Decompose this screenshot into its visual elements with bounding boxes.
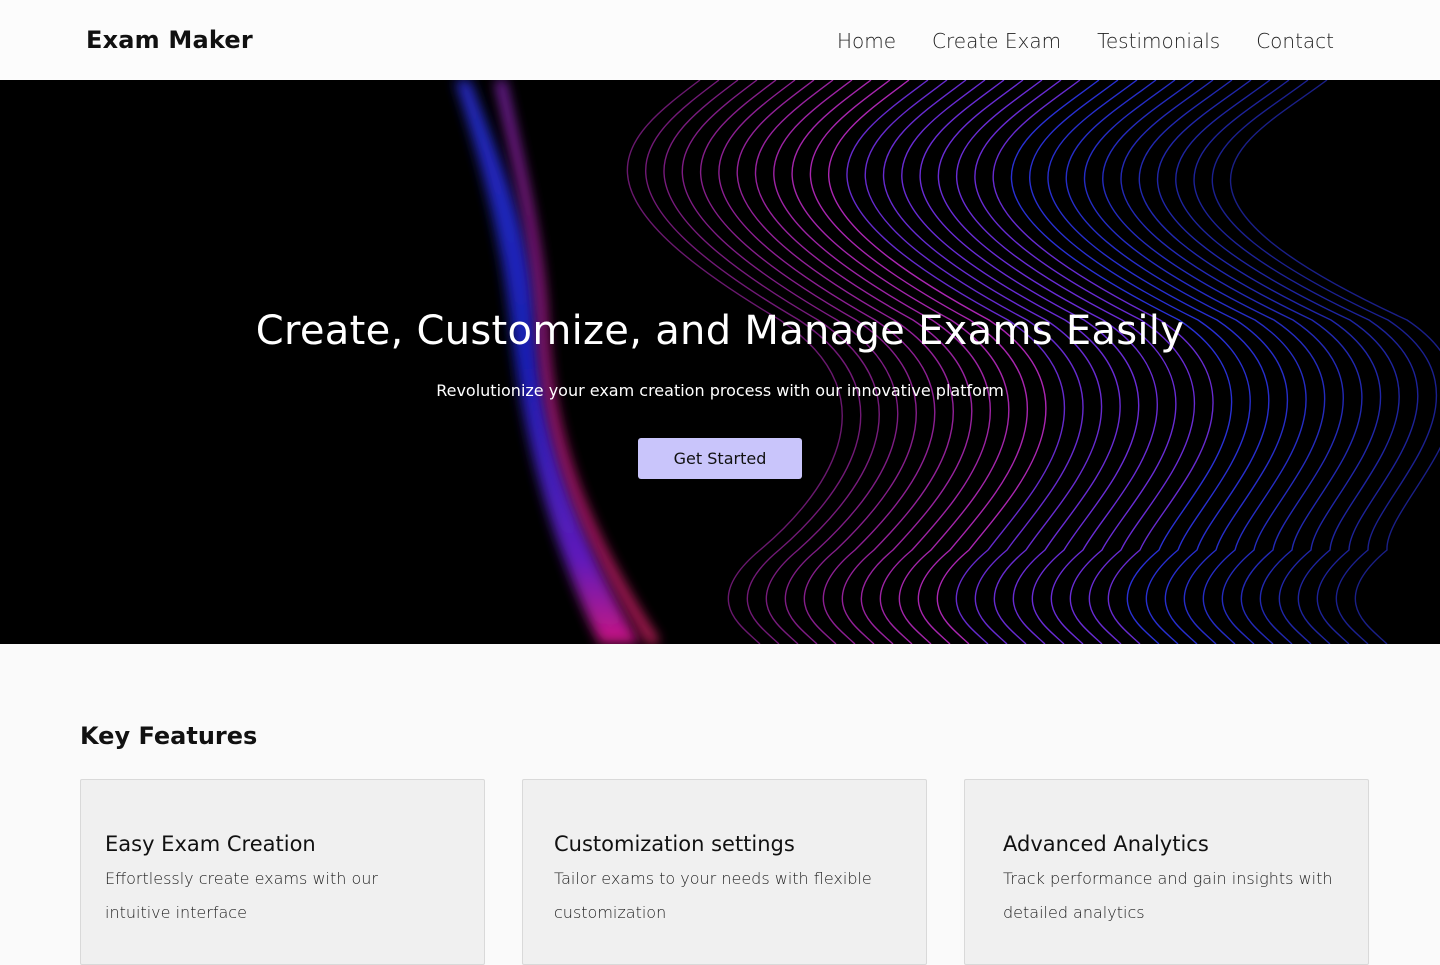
wave-line: [663, 80, 880, 644]
wave-line: [1156, 80, 1382, 644]
wave-line: [901, 80, 1121, 644]
wave-line: [1175, 80, 1400, 644]
feature-card: Customization settings Tailor exams to y…: [522, 779, 927, 965]
features-title: Key Features: [80, 722, 258, 750]
wave-line: [1102, 80, 1326, 644]
wave-line: [937, 80, 1158, 644]
feature-card-text: Effortlessly create exams with our intui…: [105, 869, 378, 922]
feature-card: Easy Exam Creation Effortlessly create e…: [80, 779, 485, 965]
feature-card-text: Track performance and gain insights with…: [1003, 869, 1333, 922]
nav-create-exam[interactable]: Create Exam: [932, 29, 1061, 53]
wave-line: [626, 80, 843, 644]
hero-subtitle: Revolutionize your exam creation process…: [436, 381, 1004, 400]
wave-line: [1010, 80, 1233, 644]
wave-line: [1029, 80, 1251, 644]
feature-card: Advanced Analytics Track performance and…: [964, 779, 1369, 965]
nav-testimonials[interactable]: Testimonials: [1097, 29, 1220, 53]
get-started-button[interactable]: Get Started: [638, 438, 802, 479]
wave-line: [645, 80, 862, 644]
wave-line: [974, 80, 1196, 644]
top-header: Exam Maker Home Create Exam Testimonials…: [0, 0, 1440, 80]
hero-section: Create, Customize, and Manage Exams Easi…: [0, 80, 1440, 644]
wave-line: [1083, 80, 1307, 644]
wave-lines: [626, 80, 1440, 644]
main-nav: Home Create Exam Testimonials Contact: [837, 29, 1334, 53]
feature-card-title: Advanced Analytics: [1003, 832, 1209, 856]
nav-contact[interactable]: Contact: [1256, 29, 1334, 53]
wave-line: [1047, 80, 1270, 644]
feature-card-title: Customization settings: [554, 832, 795, 856]
wave-line: [1193, 80, 1419, 644]
wave-line: [992, 80, 1214, 644]
wave-line: [1065, 80, 1289, 644]
wave-line: [681, 80, 899, 644]
brand-logo[interactable]: Exam Maker: [86, 26, 253, 54]
wave-line: [919, 80, 1140, 644]
hero-wave-background: [455, 80, 1440, 644]
wave-line: [1138, 80, 1363, 644]
feature-card-title: Easy Exam Creation: [105, 832, 316, 856]
wave-line: [1211, 80, 1438, 644]
wave-line: [699, 80, 917, 644]
wave-line: [1120, 80, 1344, 644]
feature-card-text: Tailor exams to your needs with flexible…: [554, 869, 872, 922]
nav-home[interactable]: Home: [837, 29, 896, 53]
hero-title: Create, Customize, and Manage Exams Easi…: [255, 308, 1185, 354]
wave-line: [955, 80, 1177, 644]
